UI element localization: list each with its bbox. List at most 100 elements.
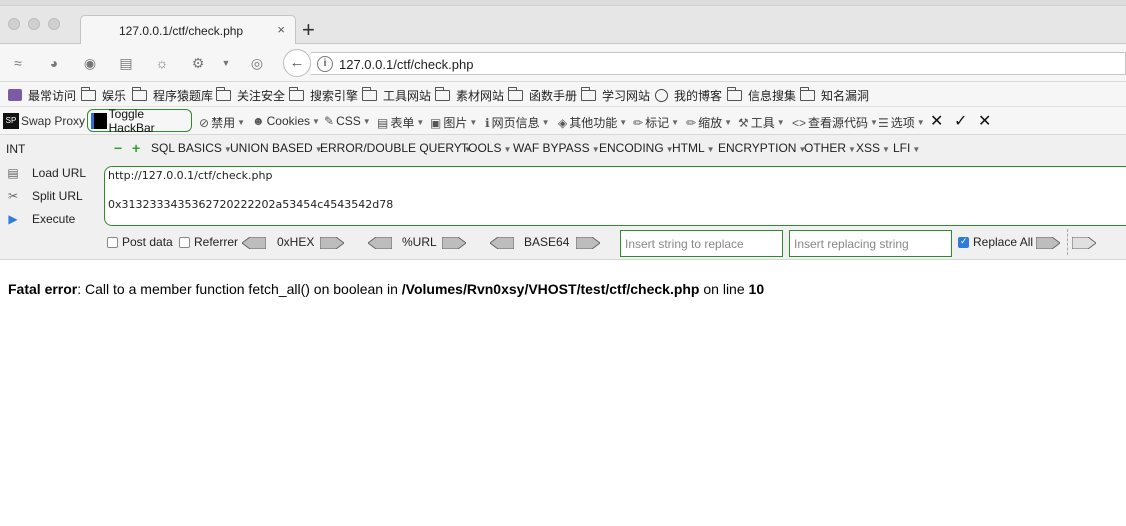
scissors-icon: ✂ bbox=[7, 189, 19, 203]
replace-string-input[interactable]: Insert string to replace bbox=[620, 230, 783, 257]
palette-icon[interactable]: ◎ bbox=[249, 55, 265, 71]
chevron-down-icon[interactable]: ▼ bbox=[218, 55, 234, 71]
swap-proxy-icon: SP bbox=[3, 113, 19, 129]
cookies-menu[interactable]: ☻ Cookies ▼ bbox=[252, 114, 320, 128]
view-source-menu[interactable]: <> 查看源代码 ▼ bbox=[792, 114, 878, 131]
css-menu[interactable]: ✎ CSS ▼ bbox=[324, 114, 371, 128]
tab-active[interactable]: 127.0.0.1/ctf/check.php × bbox=[80, 15, 296, 45]
bookmark-folder[interactable]: 素材网站 bbox=[435, 86, 504, 103]
bookmark-folder[interactable]: 关注安全 bbox=[216, 86, 285, 103]
bookmark-folder[interactable]: 工具网站 bbox=[362, 86, 431, 103]
swap-proxy-button[interactable]: SP Swap Proxy bbox=[3, 113, 85, 129]
bookmark-most-visited[interactable]: 最常访问 bbox=[8, 87, 76, 103]
post-data-checkbox[interactable]: Post data bbox=[107, 235, 173, 249]
base64-decode-arrow[interactable] bbox=[576, 237, 600, 249]
menu-tools[interactable]: TOOLS ▼ bbox=[461, 141, 511, 155]
images-menu[interactable]: ▣ 图片 ▼ bbox=[430, 114, 477, 131]
menu-html[interactable]: HTML ▼ bbox=[672, 141, 715, 155]
bookmark-folder[interactable]: 函数手册 bbox=[508, 86, 577, 103]
hackbar-url-textarea[interactable]: http://127.0.0.1/ctf/check.php 0x3132333… bbox=[104, 166, 1126, 226]
replace-all-checkbox[interactable]: Replace All bbox=[958, 235, 1033, 249]
tab-strip: 127.0.0.1/ctf/check.php × + bbox=[0, 0, 1126, 45]
replace-left-arrow[interactable] bbox=[1036, 237, 1060, 249]
url-text[interactable]: 127.0.0.1/ctf/check.php bbox=[339, 57, 473, 72]
menu-encoding[interactable]: ENCODING ▼ bbox=[599, 141, 674, 155]
misc-menu[interactable]: ◈ 其他功能 ▼ bbox=[558, 114, 627, 131]
menu-lfi[interactable]: LFI ▼ bbox=[893, 141, 920, 155]
base64-label: BASE64 bbox=[524, 235, 570, 249]
forms-menu[interactable]: ▤ 表单 ▼ bbox=[377, 114, 424, 131]
replace-right-arrow[interactable] bbox=[1072, 237, 1096, 249]
toggle-hackbar-button[interactable]: Toggle HackBar bbox=[87, 107, 192, 135]
disable-menu[interactable]: ⊘ 禁用 ▼ bbox=[199, 114, 245, 131]
history-icon[interactable]: ◕ bbox=[46, 55, 62, 71]
menu-sql-basics[interactable]: SQL BASICS ▼ bbox=[151, 141, 232, 155]
bookmark-folder[interactable]: 信息搜集 bbox=[727, 86, 796, 103]
checkbox[interactable] bbox=[107, 236, 118, 248]
bookmarks-bar: 最常访问 娱乐 程序猿题库 关注安全 搜索引擎 工具网站 素材网站 函数手册 学… bbox=[0, 82, 1126, 107]
menu-xss[interactable]: XSS ▼ bbox=[856, 141, 890, 155]
replacing-string-input[interactable]: Insert replacing string bbox=[789, 230, 952, 257]
extension-icon[interactable]: ☼ bbox=[154, 55, 170, 71]
split-url-button[interactable]: ✂ Split URL bbox=[4, 189, 83, 203]
back-button[interactable]: ← bbox=[283, 49, 311, 77]
separator bbox=[1067, 229, 1068, 255]
tab-title: 127.0.0.1/ctf/check.php bbox=[119, 24, 244, 38]
pencil-icon: ✏ bbox=[633, 115, 644, 130]
tab-close-icon[interactable]: × bbox=[277, 22, 285, 37]
execute-button[interactable]: ▶ Execute bbox=[4, 212, 75, 226]
page-info-menu[interactable]: ℹ 网页信息 ▼ bbox=[485, 114, 550, 131]
extension-toolbar: SP Swap Proxy Toggle HackBar ⊘ 禁用 ▼ ☻ Cookie… bbox=[0, 107, 1126, 135]
menu-encryption[interactable]: ENCRYPTION ▼ bbox=[718, 141, 806, 155]
load-icon: ▤ bbox=[7, 166, 19, 180]
bookmark-folder[interactable]: 学习网站 bbox=[581, 86, 650, 103]
cube-icon: ◈ bbox=[558, 115, 568, 130]
hex-decode-arrow[interactable] bbox=[320, 237, 344, 249]
checkbox[interactable] bbox=[179, 236, 190, 248]
bookmark-folder[interactable]: 程序猿题库 bbox=[132, 86, 213, 103]
menu-waf-bypass[interactable]: WAF BYPASS ▼ bbox=[513, 141, 600, 155]
new-tab-button[interactable]: + bbox=[302, 19, 315, 41]
checkmark-icon[interactable]: ✓ bbox=[954, 111, 967, 131]
outline-menu[interactable]: ✏ 标记 ▼ bbox=[633, 114, 679, 131]
options-menu[interactable]: ☰ 选项 ▼ bbox=[878, 114, 925, 131]
minus-icon[interactable]: − bbox=[114, 141, 124, 155]
bookmark-folder[interactable]: 搜索引擎 bbox=[289, 86, 358, 103]
close-icon[interactable]: ✕ bbox=[930, 111, 943, 131]
referrer-checkbox[interactable]: Referrer bbox=[179, 235, 238, 249]
info-icon[interactable]: i bbox=[317, 56, 333, 72]
window-title-bar bbox=[0, 0, 1126, 6]
close-window-button[interactable] bbox=[8, 18, 20, 30]
maximize-window-button[interactable] bbox=[48, 18, 60, 30]
resize-menu[interactable]: ✏ 缩放 ▼ bbox=[686, 114, 732, 131]
url-decode-arrow[interactable] bbox=[442, 237, 466, 249]
folder-icon bbox=[435, 86, 450, 101]
bookmark-blog[interactable]: 我的博客 bbox=[655, 87, 722, 103]
menu-other[interactable]: OTHER ▼ bbox=[804, 141, 856, 155]
close-icon[interactable]: ✕ bbox=[978, 111, 991, 131]
sync-icon[interactable]: ◉ bbox=[82, 55, 98, 71]
plus-icon[interactable]: + bbox=[132, 141, 144, 155]
bookmark-folder[interactable]: 娱乐 bbox=[81, 86, 126, 103]
hackbar-icon bbox=[91, 112, 107, 129]
hex-encode-arrow[interactable] bbox=[242, 237, 266, 249]
gear-icon[interactable]: ⚙ bbox=[190, 55, 206, 71]
checkbox-checked[interactable] bbox=[958, 236, 969, 248]
reader-icon[interactable]: ▤ bbox=[118, 55, 134, 71]
folder-icon bbox=[81, 86, 96, 101]
load-url-button[interactable]: ▤ Load URL bbox=[4, 166, 86, 180]
user-icon: ☻ bbox=[252, 114, 265, 128]
error-line-number: 10 bbox=[748, 281, 765, 297]
rss-icon[interactable]: ≈ bbox=[10, 55, 26, 71]
hackbar-panel: INT − + SQL BASICS ▼ UNION BASED ▼ ERROR/D… bbox=[0, 135, 1126, 260]
menu-union-based[interactable]: UNION BASED ▼ bbox=[230, 141, 323, 155]
url-bar[interactable]: i 127.0.0.1/ctf/check.php bbox=[311, 52, 1126, 75]
url-encode-arrow[interactable] bbox=[368, 237, 392, 249]
tools-menu[interactable]: ⚒ 工具 ▼ bbox=[738, 114, 785, 131]
folder-icon bbox=[289, 86, 304, 101]
base64-encode-arrow[interactable] bbox=[490, 237, 514, 249]
menu-error-double-query[interactable]: ERROR/DOUBLE QUERY ▼ bbox=[320, 141, 472, 155]
php-error-message: Fatal error: Call to a member function f… bbox=[8, 281, 764, 297]
bookmark-folder[interactable]: 知名漏洞 bbox=[800, 86, 869, 103]
minimize-window-button[interactable] bbox=[28, 18, 40, 30]
